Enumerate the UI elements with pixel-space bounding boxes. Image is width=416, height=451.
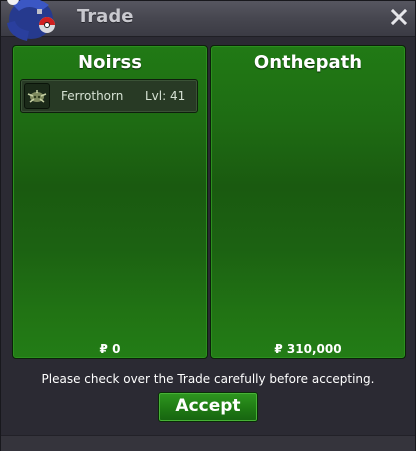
ferrothorn-icon xyxy=(24,83,50,109)
right-money: ₽ 310,000 xyxy=(274,342,342,356)
right-trade-panel: Onthepath ₽ 310,000 xyxy=(210,45,406,359)
left-trade-panel: Noirss Ferrothorn Lvl: 41 ₽ 0 xyxy=(12,45,208,359)
close-icon[interactable] xyxy=(390,7,408,27)
trade-window: Trade Noirss Ferrothorn Lvl: 41 ₽ 0 Onth… xyxy=(0,0,416,451)
bottom-strip xyxy=(1,435,415,451)
left-money: ₽ 0 xyxy=(99,342,121,356)
trade-notice: Please check over the Trade carefully be… xyxy=(41,372,375,386)
trade-item-row[interactable]: Ferrothorn Lvl: 41 xyxy=(20,79,198,113)
right-player-name: Onthepath xyxy=(253,52,363,73)
left-player-name: Noirss xyxy=(78,52,142,73)
accept-button[interactable]: Accept xyxy=(158,392,258,422)
pokeball-logo-icon xyxy=(7,0,55,41)
item-name: Ferrothorn xyxy=(61,89,124,103)
item-level: Lvl: 41 xyxy=(145,89,186,103)
title-bar[interactable]: Trade xyxy=(1,0,415,41)
window-title: Trade xyxy=(77,6,134,27)
